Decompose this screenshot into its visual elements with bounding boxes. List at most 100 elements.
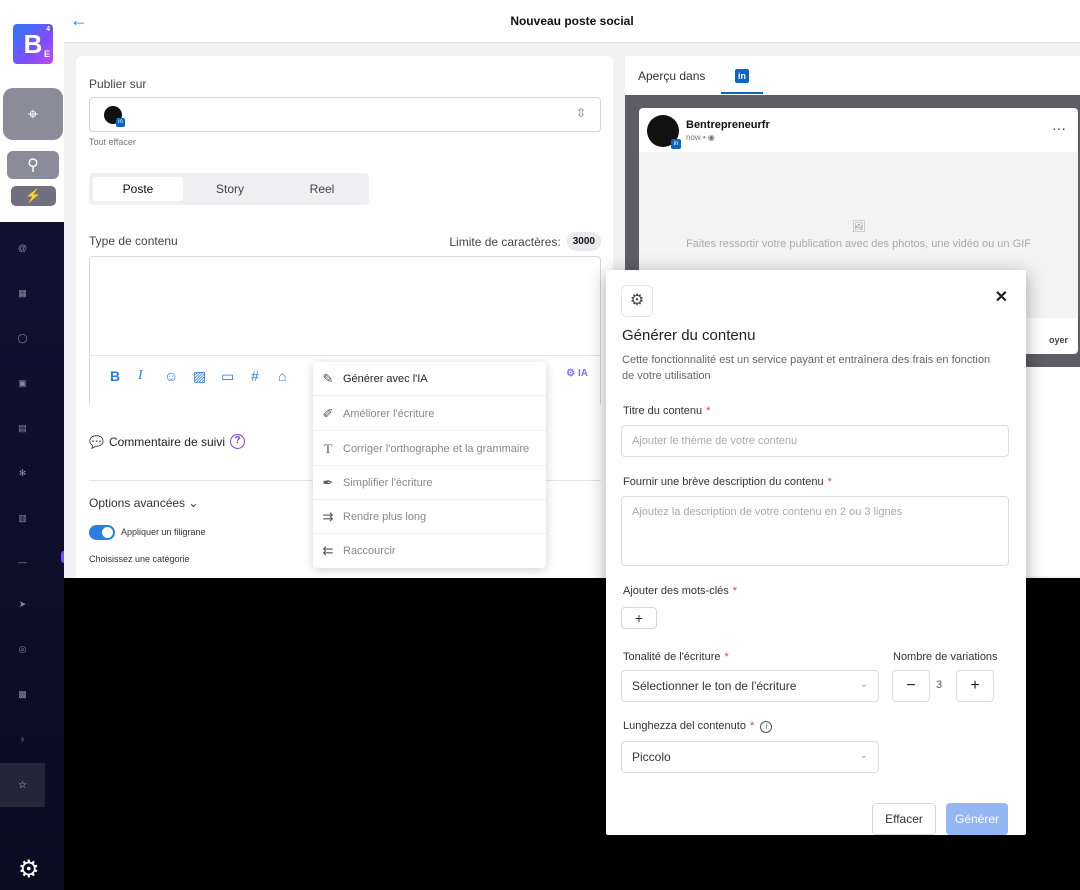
char-limit-badge: 3000 xyxy=(566,232,601,251)
linkedin-icon: in xyxy=(671,139,681,149)
star-icon[interactable]: ☆ xyxy=(0,763,45,807)
menu-item-shorten[interactable]: ⇇ Raccourcir xyxy=(313,534,546,568)
bold-icon[interactable]: B xyxy=(110,368,120,384)
chat-icon[interactable]: ◯ xyxy=(0,333,45,344)
text-t-icon: T xyxy=(324,440,332,456)
gear-icon[interactable]: ⚙ xyxy=(18,858,40,882)
close-icon[interactable]: ✕ xyxy=(995,287,1008,307)
description-textarea[interactable]: Ajoutez la description de votre contenu … xyxy=(621,496,1009,566)
calendar-icon[interactable]: ▣ xyxy=(0,378,45,389)
ai-label: IA xyxy=(578,368,588,379)
video-icon[interactable]: ▭ xyxy=(221,368,234,385)
publish-label: Publier sur xyxy=(89,77,147,91)
linkedin-icon: in xyxy=(735,69,749,83)
calendar-check-icon[interactable]: ▩ xyxy=(0,689,45,700)
menu-item-label: Corriger l'orthographe et la grammaire xyxy=(343,442,530,455)
title-label-text: Titre du contenu xyxy=(623,405,703,417)
menu-item-generate[interactable]: ✎ Générer avec l'IA xyxy=(313,362,546,396)
app-logo[interactable]: B E 4 xyxy=(13,24,53,64)
add-keyword-button[interactable]: + xyxy=(621,607,657,629)
menu-item-fix-spelling[interactable]: T Corriger l'orthographe et la grammaire xyxy=(313,432,546,466)
length-label: Lunghezza del contenuto * i xyxy=(623,720,773,733)
advanced-label: Options avancées xyxy=(89,496,186,510)
hashtag-icon[interactable]: # xyxy=(251,368,259,384)
linkedin-icon: in xyxy=(116,118,125,127)
decrement-button[interactable]: − xyxy=(892,670,930,702)
menu-item-label: Simplifier l'écriture xyxy=(343,476,433,489)
at-icon[interactable]: @ xyxy=(0,243,45,253)
inbox-icon[interactable]: ▤ xyxy=(0,423,45,434)
keywords-label-text: Ajouter des mots-clés xyxy=(623,585,729,597)
top-bar: ← Nouveau poste social xyxy=(64,0,1080,43)
bulb-icon[interactable]: ♁ xyxy=(0,734,45,744)
required-mark: * xyxy=(706,405,711,417)
preview-tab-label: Aperçu dans xyxy=(638,69,706,83)
modal-description: Cette fonctionnalité est un service paya… xyxy=(622,354,991,382)
variations-value: 3 xyxy=(936,679,943,691)
length-select[interactable]: Piccolo ⌄ xyxy=(621,741,879,773)
building-icon[interactable]: ▥ xyxy=(0,513,45,524)
account-select[interactable]: in ⇳ xyxy=(89,97,601,132)
left-rail: B E 4 ⌖ ⚲ ⚡ @ ▦ ◯ ▣ ▤ ✻ ▥ — ➤ ◎ ▩ ♁ ☆ ⚙ xyxy=(0,0,67,890)
arrow-extend-icon: ⇉ xyxy=(322,508,334,524)
clear-all-link[interactable]: Tout effacer xyxy=(89,137,136,147)
followup-comment[interactable]: 💬 Commentaire de suivi ? xyxy=(89,434,245,449)
italic-icon[interactable]: I xyxy=(138,368,143,384)
avatar: in xyxy=(647,115,681,149)
tab-poste[interactable]: Poste xyxy=(93,177,183,201)
emoji-icon[interactable]: ☺ xyxy=(164,368,178,384)
robot-icon: ⚙ xyxy=(566,368,578,379)
tone-label-text: Tonalité de l'écriture xyxy=(623,651,721,663)
menu-item-improve[interactable]: ✐ Améliorer l'écriture xyxy=(313,397,546,431)
bolt-icon[interactable]: ⚡ xyxy=(11,186,56,206)
pen-icon: ✎ xyxy=(322,370,334,386)
desc-label-text: Fournir une brève description du contenu xyxy=(623,476,824,488)
updown-chevron-icon: ⇳ xyxy=(575,106,586,120)
pointer-icon[interactable]: ⌖ xyxy=(3,88,63,140)
generate-button[interactable]: Générer xyxy=(946,803,1008,835)
menu-item-simplify[interactable]: ✒ Simplifier l'écriture xyxy=(313,466,546,500)
send-label[interactable]: oyer xyxy=(1049,335,1068,345)
tab-story[interactable]: Story xyxy=(185,177,275,201)
watermark-toggle[interactable] xyxy=(89,525,115,540)
clear-button[interactable]: Effacer xyxy=(872,803,936,835)
dash-icon[interactable]: — xyxy=(0,557,45,567)
keywords-label: Ajouter des mots-clés * xyxy=(623,585,737,597)
advanced-options-toggle[interactable]: Options avancées ⌄ xyxy=(89,496,198,510)
logo-sub: E xyxy=(43,49,50,59)
help-icon[interactable]: ? xyxy=(230,434,245,449)
title-input[interactable]: Ajouter le thème de votre contenu xyxy=(621,425,1009,457)
tab-linkedin[interactable]: in xyxy=(721,66,763,94)
tone-label: Tonalité de l'écriture * xyxy=(623,651,729,663)
increment-button[interactable]: + xyxy=(956,670,994,702)
pencil-line-icon: ✐ xyxy=(322,405,334,421)
menu-item-lengthen[interactable]: ⇉ Rendre plus long xyxy=(313,500,546,534)
send-icon[interactable]: ➤ xyxy=(0,599,45,610)
generate-content-modal: ⚙ ✕ Générer du contenu Cette fonctionnal… xyxy=(606,270,1026,835)
globe-icon[interactable]: ◎ xyxy=(0,644,45,655)
image-icon[interactable]: ▨ xyxy=(193,368,206,385)
required-mark: * xyxy=(749,720,755,732)
tone-select[interactable]: Sélectionner le ton de l'écriture ⌄ xyxy=(621,670,879,702)
modal-title: Générer du contenu xyxy=(622,327,756,344)
chevron-down-icon: ⌄ xyxy=(859,679,868,690)
asterisk-icon[interactable]: ✻ xyxy=(0,468,45,479)
image-icon: 🖼 xyxy=(851,221,866,233)
post-time: now • ◉ xyxy=(686,133,715,142)
variations-label: Nombre de variations xyxy=(893,651,998,663)
menu-item-label: Rendre plus long xyxy=(343,510,427,523)
info-icon[interactable]: i xyxy=(760,721,773,733)
length-value: Piccolo xyxy=(632,750,671,764)
tag-icon[interactable]: ⌂ xyxy=(278,368,286,384)
length-label-text: Lunghezza del contenuto xyxy=(623,720,746,732)
grid-icon[interactable]: ▦ xyxy=(0,288,45,299)
tab-reel[interactable]: Reel xyxy=(277,177,367,201)
ai-button[interactable]: ⚙ IA xyxy=(566,368,588,379)
required-mark: * xyxy=(732,585,738,597)
description-field-label: Fournir une brève description du contenu… xyxy=(623,476,832,488)
robot-icon: ⚙ xyxy=(621,285,653,317)
search-icon[interactable]: ⚲ xyxy=(7,151,59,179)
required-mark: * xyxy=(724,651,729,663)
more-options-icon[interactable]: ··· xyxy=(1052,120,1066,136)
title-field-label: Titre du contenu * xyxy=(623,405,710,417)
